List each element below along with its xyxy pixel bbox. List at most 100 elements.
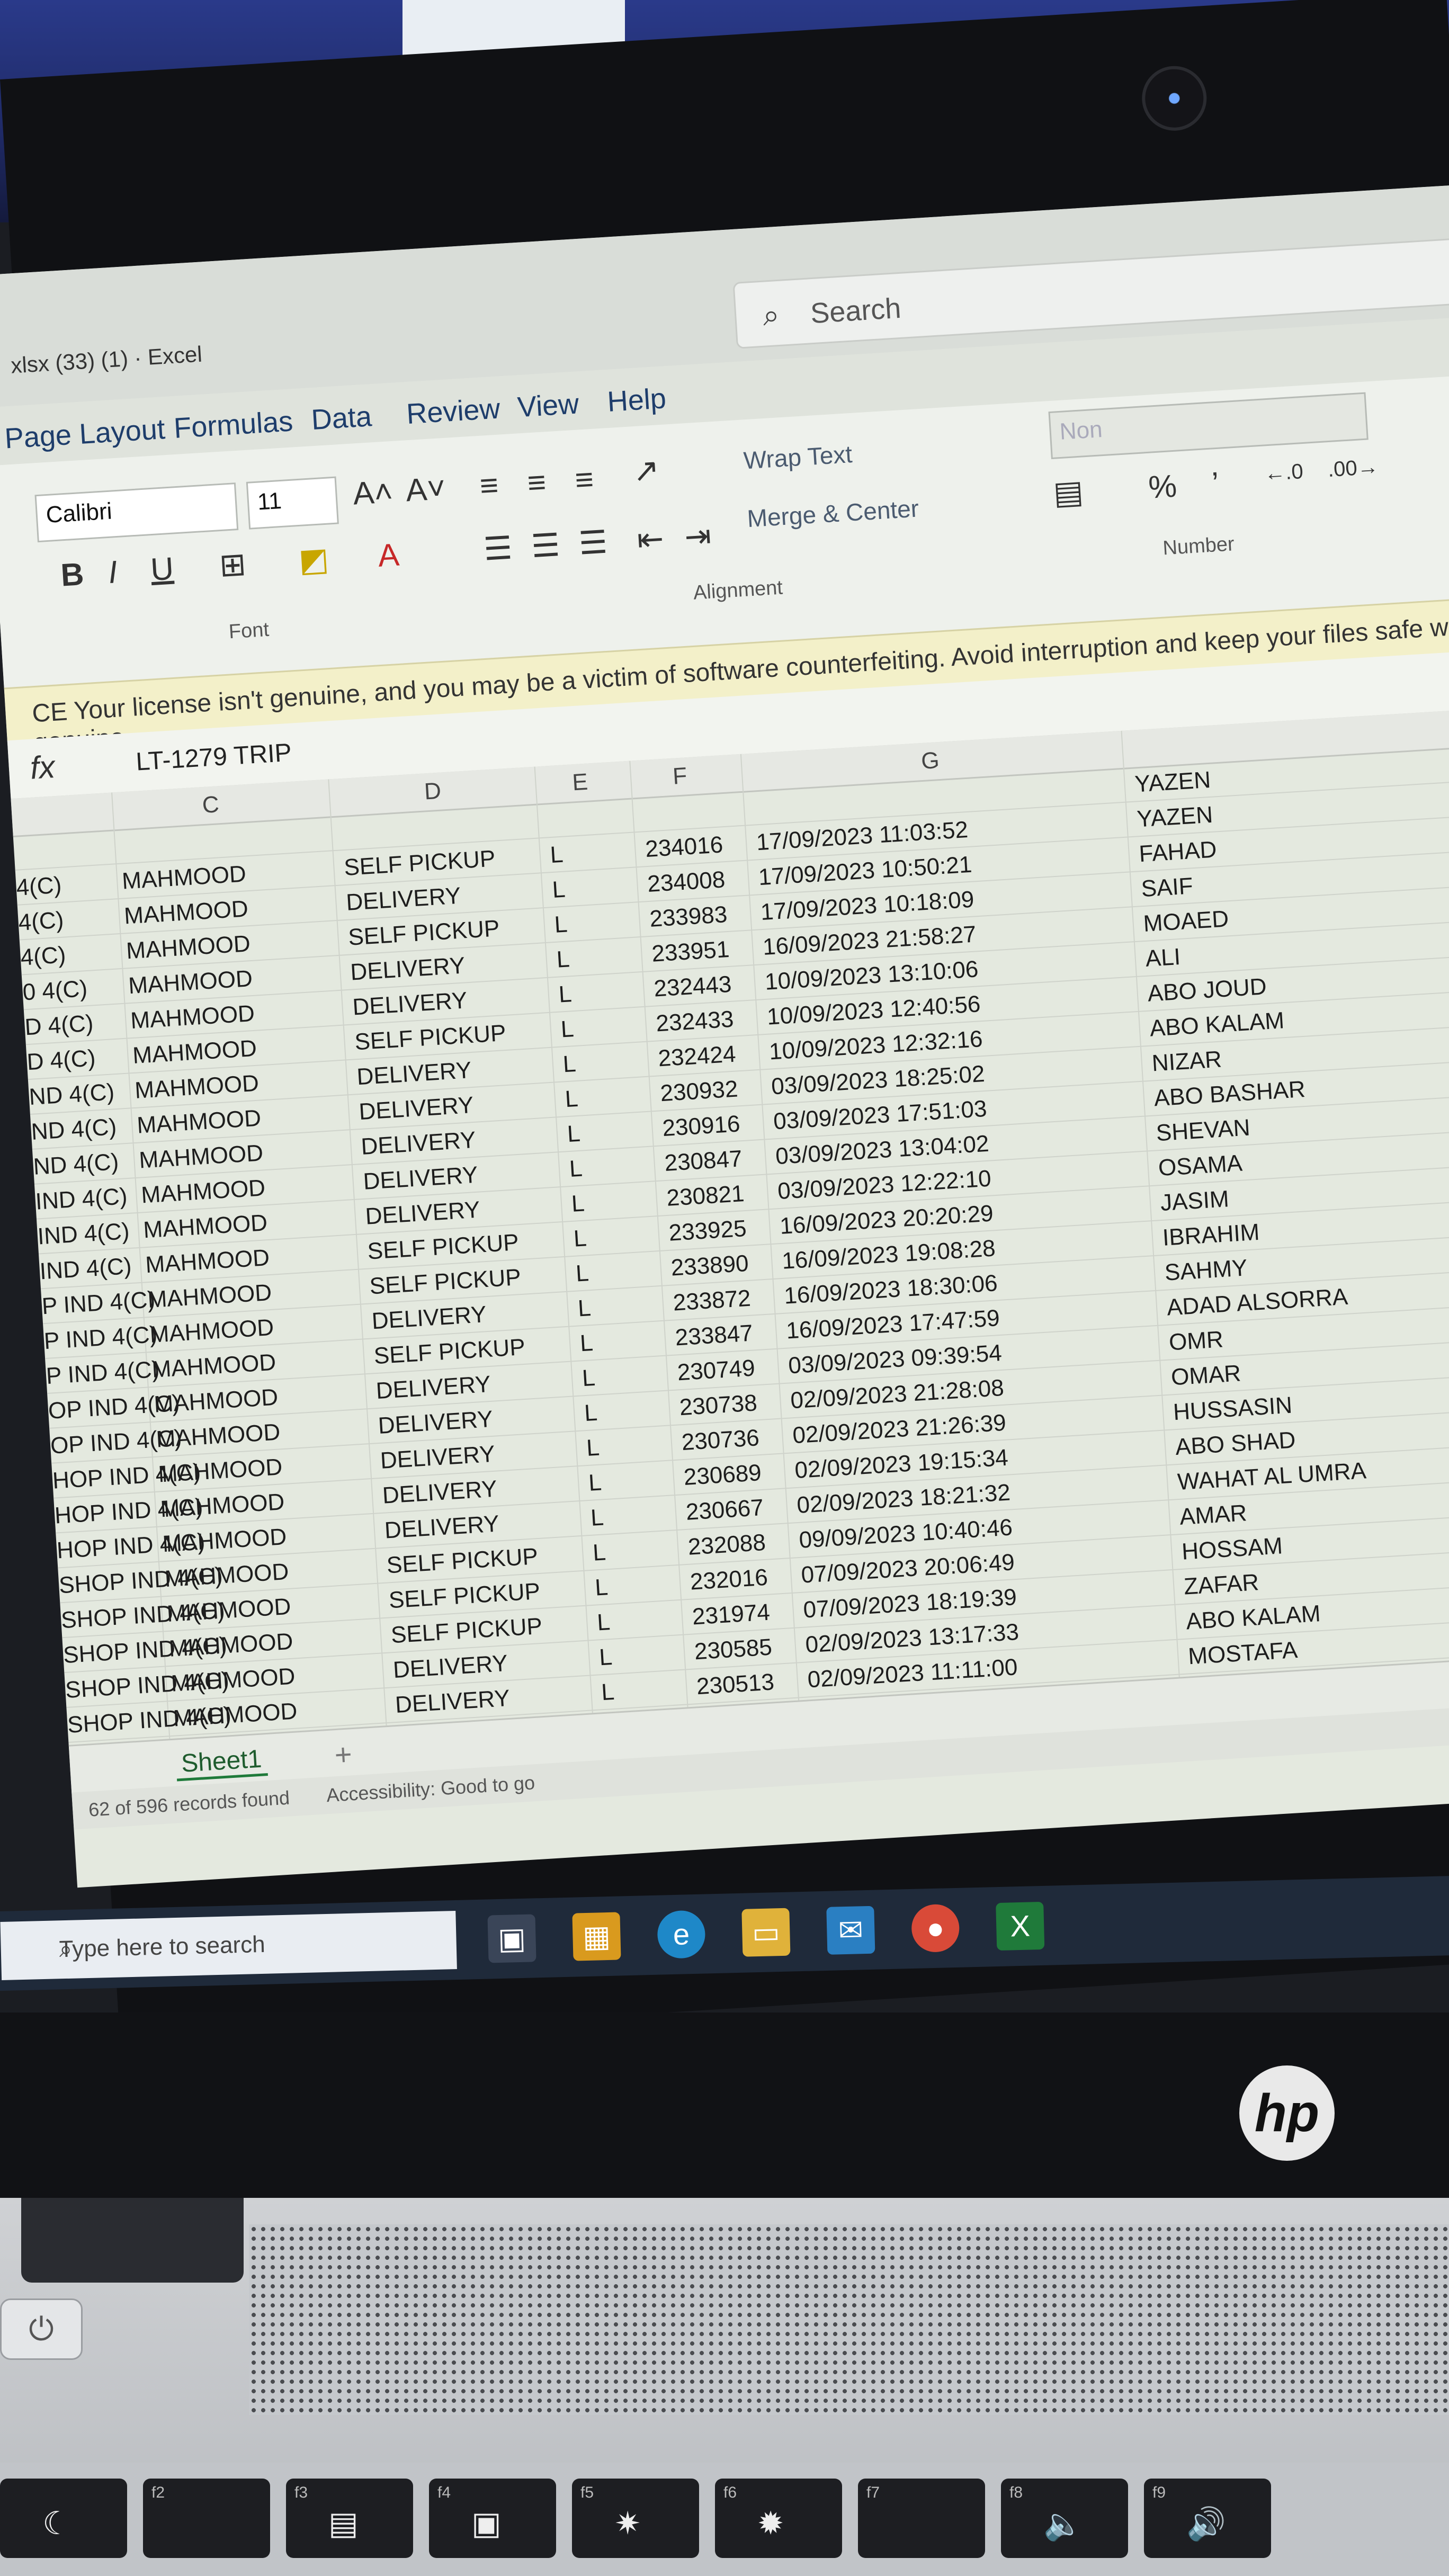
cell-d[interactable]: SELF PICKUP: [343, 846, 496, 881]
cell-b[interactable]: IND 4(C): [34, 1183, 128, 1215]
cell-c[interactable]: MAHMOOD: [157, 1454, 283, 1488]
cell-d[interactable]: SELF PICKUP: [366, 1229, 520, 1265]
cell-h[interactable]: HOSSAM: [1181, 1533, 1283, 1566]
formula-input[interactable]: LT-1279 TRIP: [135, 738, 292, 777]
cell-e[interactable]: L: [596, 1609, 611, 1636]
cell-f[interactable]: 230585: [694, 1634, 773, 1665]
cell-f[interactable]: 232088: [687, 1529, 767, 1561]
cell-e[interactable]: L: [551, 876, 566, 904]
cell-h[interactable]: YAZEN: [1136, 802, 1213, 833]
cell-c[interactable]: MAHMOOD: [123, 896, 249, 929]
key-f5[interactable]: f5 ✷: [572, 2479, 699, 2558]
cell-f[interactable]: 232443: [653, 971, 732, 1003]
cell-f[interactable]: 233890: [670, 1250, 749, 1282]
cell-c[interactable]: MAHMOOD: [130, 1000, 255, 1034]
cell-e[interactable]: L: [562, 1051, 577, 1078]
column-header-c[interactable]: C: [201, 791, 220, 819]
cell-d[interactable]: DELIVERY: [360, 1127, 476, 1160]
cell-e[interactable]: L: [567, 1121, 581, 1148]
cell-b[interactable]: ND 4(C): [28, 1079, 115, 1111]
cell-d[interactable]: SELF PICKUP: [390, 1613, 543, 1649]
cell-b[interactable]: D 4(C): [26, 1045, 96, 1076]
cell-f[interactable]: 230738: [678, 1390, 758, 1421]
cell-d[interactable]: DELIVERY: [375, 1371, 491, 1405]
cell-e[interactable]: L: [556, 946, 570, 973]
orientation-icon[interactable]: ↗: [632, 451, 660, 490]
cell-h[interactable]: ABO KALAM: [1149, 1007, 1285, 1042]
cell-c[interactable]: MAHMOOD: [134, 1070, 260, 1104]
cell-h[interactable]: HUSSASIN: [1173, 1392, 1293, 1426]
tab-review[interactable]: Review: [406, 392, 502, 431]
cell-h[interactable]: OMR: [1168, 1326, 1224, 1356]
cell-c[interactable]: MAHMOOD: [168, 1629, 293, 1662]
mail-icon[interactable]: ✉: [826, 1906, 875, 1955]
cell-d[interactable]: DELIVERY: [371, 1301, 487, 1335]
key-f4[interactable]: f4 ▣: [429, 2479, 556, 2558]
font-color-icon[interactable]: A: [377, 536, 400, 574]
cell-e[interactable]: L: [553, 911, 568, 938]
cell-d[interactable]: SELF PICKUP: [354, 1020, 507, 1056]
cell-c[interactable]: MAHMOOD: [159, 1489, 285, 1523]
cell-h[interactable]: YAZEN: [1134, 767, 1211, 798]
cell-c[interactable]: MAHMOOD: [164, 1559, 289, 1593]
key-f1[interactable]: ☾: [0, 2479, 127, 2558]
cell-f[interactable]: 230916: [661, 1111, 741, 1142]
fill-color-icon[interactable]: ◩: [298, 541, 330, 579]
key-f7[interactable]: f7: [858, 2479, 985, 2558]
underline-button[interactable]: U: [149, 550, 174, 588]
tab-view[interactable]: View: [516, 387, 580, 424]
cell-f[interactable]: 234008: [647, 866, 726, 898]
cell-f[interactable]: 230667: [685, 1495, 765, 1526]
chrome-icon[interactable]: ●: [911, 1903, 960, 1953]
tab-help[interactable]: Help: [606, 382, 667, 418]
increase-decimal-icon[interactable]: ←.0: [1264, 460, 1304, 486]
cell-d[interactable]: DELIVERY: [380, 1441, 496, 1474]
cell-f[interactable]: 234016: [645, 831, 724, 863]
key-f6[interactable]: f6 ✹: [715, 2479, 842, 2558]
font-name-select[interactable]: Calibri: [34, 482, 239, 543]
cell-d[interactable]: SELF PICKUP: [347, 915, 500, 951]
cell-c[interactable]: MAHMOOD: [155, 1419, 281, 1453]
taskbar-search[interactable]: ⌕ Type here to search: [0, 1911, 457, 1980]
cell-f[interactable]: 230689: [683, 1460, 763, 1491]
cell-c[interactable]: MAHMOOD: [142, 1210, 268, 1244]
cell-b[interactable]: 0 4(C): [22, 976, 88, 1006]
cell-c[interactable]: MAHMOOD: [128, 965, 253, 999]
cell-d[interactable]: DELIVERY: [392, 1650, 508, 1684]
decrease-indent-icon[interactable]: ⇤: [636, 520, 665, 559]
cell-h[interactable]: NIZAR: [1151, 1046, 1222, 1077]
cell-h[interactable]: IBRAHIM: [1162, 1219, 1260, 1251]
cell-d[interactable]: DELIVERY: [378, 1406, 494, 1439]
merge-center-button[interactable]: Merge & Center: [746, 494, 919, 533]
cell-d[interactable]: DELIVERY: [384, 1510, 500, 1544]
cell-b[interactable]: 4(C): [17, 907, 64, 936]
cell-e[interactable]: L: [590, 1504, 604, 1531]
cell-e[interactable]: L: [571, 1191, 585, 1218]
cell-f[interactable]: 230736: [681, 1425, 761, 1456]
cell-e[interactable]: L: [601, 1679, 615, 1706]
cell-e[interactable]: L: [549, 842, 564, 869]
cell-e[interactable]: L: [565, 1086, 579, 1113]
cell-d[interactable]: DELIVERY: [350, 952, 466, 986]
cell-c[interactable]: MAHMOOD: [149, 1314, 274, 1348]
cell-h[interactable]: ALI: [1144, 944, 1181, 972]
column-header-g[interactable]: G: [920, 747, 940, 775]
percent-icon[interactable]: %: [1147, 468, 1178, 506]
cell-h[interactable]: AMAR: [1179, 1500, 1248, 1531]
task-view-icon[interactable]: ▣: [487, 1914, 536, 1963]
cell-d[interactable]: DELIVERY: [382, 1476, 498, 1509]
store-icon[interactable]: ▦: [572, 1912, 621, 1961]
align-right-icon[interactable]: ☰: [578, 524, 609, 562]
cell-e[interactable]: L: [598, 1644, 613, 1671]
cell-c[interactable]: MAHMOOD: [138, 1140, 264, 1174]
cell-c[interactable]: MAHMOOD: [171, 1663, 296, 1697]
cell-b[interactable]: IND 4(C): [37, 1218, 130, 1250]
cell-c[interactable]: MAHMOOD: [136, 1105, 262, 1139]
cell-d[interactable]: DELIVERY: [356, 1057, 472, 1090]
key-f2[interactable]: f2: [143, 2479, 270, 2558]
align-middle-icon[interactable]: ≡: [526, 463, 547, 501]
column-header-d[interactable]: D: [424, 778, 442, 806]
cell-e[interactable]: L: [575, 1260, 589, 1287]
cell-f[interactable]: 230749: [676, 1355, 756, 1386]
cell-e[interactable]: L: [582, 1365, 596, 1392]
